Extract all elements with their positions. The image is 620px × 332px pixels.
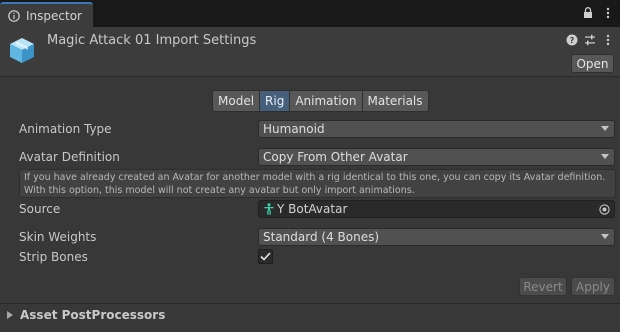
- cube-asset-icon: [7, 35, 37, 65]
- skin-weights-label: Skin Weights: [19, 230, 97, 244]
- object-picker-icon[interactable]: [599, 204, 610, 215]
- kebab-menu-icon[interactable]: [602, 6, 614, 20]
- apply-button[interactable]: Apply: [571, 277, 615, 296]
- inspector-tab-label: Inspector: [26, 8, 82, 23]
- foldout-label: Asset PostProcessors: [20, 308, 166, 322]
- inspector-tab-bar: Inspector: [0, 0, 620, 27]
- avatar-definition-dropdown[interactable]: Copy From Other Avatar: [258, 148, 615, 166]
- checkmark-icon: [260, 252, 271, 261]
- help-text-line-2: With this option, this model will not cr…: [24, 184, 415, 196]
- open-button[interactable]: Open: [571, 54, 614, 73]
- source-object-field[interactable]: Y BotAvatar: [258, 200, 615, 218]
- inspector-tab[interactable]: Inspector: [0, 2, 93, 27]
- humanoid-avatar-icon: [263, 203, 275, 215]
- strip-bones-checkbox[interactable]: [258, 249, 273, 264]
- info-icon: [8, 9, 20, 22]
- animation-type-label: Animation Type: [19, 122, 112, 136]
- chevron-down-icon: [601, 234, 609, 239]
- chevron-down-icon: [601, 154, 609, 159]
- avatar-definition-label: Avatar Definition: [19, 150, 120, 164]
- preset-sliders-icon[interactable]: [584, 33, 596, 47]
- animation-type-value: Humanoid: [263, 122, 325, 136]
- chevron-right-icon: [7, 311, 13, 319]
- skin-weights-value: Standard (4 Bones): [263, 230, 380, 244]
- tab-materials[interactable]: Materials: [362, 90, 429, 112]
- revert-button[interactable]: Revert: [519, 277, 567, 296]
- avatar-help-box: If you have already created an Avatar fo…: [19, 169, 616, 198]
- tab-animation[interactable]: Animation: [290, 90, 363, 112]
- animation-type-dropdown[interactable]: Humanoid: [258, 120, 615, 138]
- page-title: Magic Attack 01 Import Settings: [47, 33, 257, 48]
- skin-weights-dropdown[interactable]: Standard (4 Bones): [258, 228, 615, 246]
- tab-rig[interactable]: Rig: [260, 90, 291, 112]
- kebab-menu-icon[interactable]: [602, 33, 614, 47]
- strip-bones-label: Strip Bones: [19, 250, 88, 264]
- help-icon[interactable]: ?: [566, 33, 578, 47]
- asset-header: Magic Attack 01 Import Settings ? Open: [0, 27, 620, 77]
- asset-postprocessors-foldout[interactable]: Asset PostProcessors: [0, 303, 620, 325]
- avatar-definition-value: Copy From Other Avatar: [263, 150, 408, 164]
- import-settings-body: Model Rig Animation Materials Animation …: [0, 78, 620, 332]
- chevron-down-icon: [601, 126, 609, 131]
- lock-icon[interactable]: [582, 6, 594, 20]
- import-settings-toolbar: Model Rig Animation Materials: [212, 90, 429, 112]
- tab-model[interactable]: Model: [212, 90, 261, 112]
- source-label: Source: [19, 202, 61, 216]
- svg-text:?: ?: [570, 36, 575, 45]
- help-text-line-1: If you have already created an Avatar fo…: [24, 172, 606, 183]
- source-value: Y BotAvatar: [277, 202, 348, 216]
